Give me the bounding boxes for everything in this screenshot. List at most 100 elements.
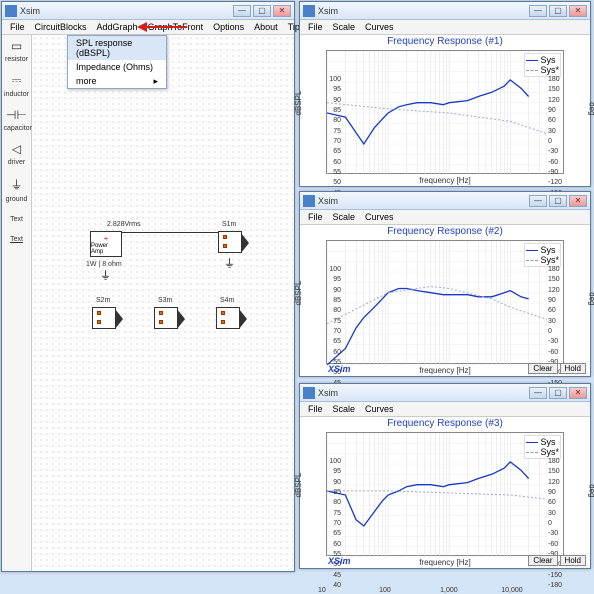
- tool-text2[interactable]: Text: [4, 233, 30, 243]
- main-title: Xsim: [20, 6, 233, 16]
- annotation-arrow: [147, 26, 187, 28]
- graph-menubar: File Scale Curves: [300, 210, 590, 225]
- graph-win-title: Xsim: [318, 388, 529, 398]
- chart-title: Frequency Response (#1): [300, 35, 590, 48]
- maximize-button[interactable]: ▢: [253, 5, 271, 17]
- spk2-label: S2m: [96, 297, 110, 304]
- graph-body: Frequency Response (#2) dBSPL deg Sys Sy…: [300, 225, 590, 376]
- tool-text1[interactable]: Text: [4, 213, 30, 223]
- menu-file[interactable]: File: [303, 403, 328, 415]
- legend-sysstar: Sys*: [540, 65, 559, 75]
- spk3-label: S3m: [158, 297, 172, 304]
- minimize-button[interactable]: —: [529, 387, 547, 399]
- graph-win-title: Xsim: [318, 6, 529, 16]
- menu-scale[interactable]: Scale: [328, 211, 361, 223]
- design-canvas[interactable]: 2.828Vrms + Power Amp 1W | 8 ohm ⏚ S1m ⏚…: [32, 35, 294, 571]
- dropdown-impedance[interactable]: Impedance (Ohms): [68, 60, 166, 74]
- addgraph-dropdown: SPL response (dBSPL) Impedance (Ohms) mo…: [67, 35, 167, 89]
- maximize-button[interactable]: ▢: [549, 387, 567, 399]
- graph-win-title: Xsim: [318, 196, 529, 206]
- graph-window-3: Xsim — ▢ ✕ File Scale Curves Frequency R…: [299, 383, 591, 569]
- legend-sysstar: Sys*: [540, 447, 559, 457]
- menu-file[interactable]: File: [303, 211, 328, 223]
- menu-curves[interactable]: Curves: [360, 21, 399, 33]
- menu-scale[interactable]: Scale: [328, 21, 361, 33]
- graph-titlebar[interactable]: Xsim — ▢ ✕: [300, 192, 590, 210]
- menu-addgraph[interactable]: AddGraph: [92, 21, 143, 33]
- graph-body: Frequency Response (#1) dBSPL deg Sys Sy…: [300, 35, 590, 186]
- ground-icon: ⏚: [4, 176, 30, 193]
- graph-titlebar[interactable]: Xsim — ▢ ✕: [300, 384, 590, 402]
- dropdown-spl[interactable]: SPL response (dBSPL): [68, 36, 166, 60]
- tool-resistor[interactable]: ▭resistor: [4, 39, 30, 63]
- menu-scale[interactable]: Scale: [328, 403, 361, 415]
- tool-driver[interactable]: ◁driver: [4, 142, 30, 166]
- resistor-icon: ▭: [4, 39, 30, 53]
- close-button[interactable]: ✕: [273, 5, 291, 17]
- graph-menubar: File Scale Curves: [300, 20, 590, 35]
- legend: Sys Sys*: [524, 243, 561, 267]
- tool-inductor[interactable]: ⎓inductor: [4, 73, 30, 98]
- y2-axis-label: deg: [587, 292, 594, 305]
- close-button[interactable]: ✕: [569, 195, 587, 207]
- speaker-s2[interactable]: [92, 307, 116, 329]
- maximize-button[interactable]: ▢: [549, 195, 567, 207]
- menu-curves[interactable]: Curves: [360, 211, 399, 223]
- app-icon: [303, 195, 315, 207]
- graph-menubar: File Scale Curves: [300, 402, 590, 417]
- spk4-label: S4m: [220, 297, 234, 304]
- power-amp-block[interactable]: + Power Amp: [90, 231, 122, 257]
- plot-area[interactable]: Sys Sys*: [326, 50, 564, 174]
- app-icon: [5, 5, 17, 17]
- minimize-button[interactable]: —: [529, 5, 547, 17]
- plot-area[interactable]: Sys Sys*: [326, 432, 564, 556]
- xsim-logo: XSim: [328, 556, 351, 566]
- menu-file[interactable]: File: [5, 21, 30, 33]
- legend-sys: Sys: [540, 437, 555, 447]
- minimize-button[interactable]: —: [233, 5, 251, 17]
- app-icon: [303, 387, 315, 399]
- speaker-s3[interactable]: [154, 307, 178, 329]
- y-axis-label: dBSPL: [294, 90, 303, 115]
- plus-icon: +: [104, 234, 109, 243]
- dropdown-more[interactable]: more▸: [68, 74, 166, 88]
- ground-icon-canvas: ⏚: [100, 267, 111, 283]
- hold-button[interactable]: Hold: [560, 363, 586, 374]
- amp-volt-label: 2.828Vrms: [107, 221, 141, 228]
- minimize-button[interactable]: —: [529, 195, 547, 207]
- wire: [122, 232, 222, 233]
- menu-circuitblocks[interactable]: CircuitBlocks: [30, 21, 92, 33]
- xsim-logo: XSim: [328, 364, 351, 374]
- close-button[interactable]: ✕: [569, 5, 587, 17]
- menu-options[interactable]: Options: [208, 21, 249, 33]
- chart-title: Frequency Response (#3): [300, 417, 590, 430]
- menu-curves[interactable]: Curves: [360, 403, 399, 415]
- main-design-window: Xsim — ▢ ✕ File CircuitBlocks AddGraph G…: [1, 1, 295, 572]
- graph-window-1: Xsim — ▢ ✕ File Scale Curves Frequency R…: [299, 1, 591, 187]
- chevron-right-icon: ▸: [153, 76, 158, 87]
- tool-capacitor[interactable]: ⊣⊢capacitor: [4, 108, 30, 132]
- tool-ground[interactable]: ⏚ground: [4, 176, 30, 203]
- clear-button[interactable]: Clear: [528, 363, 557, 374]
- ground-icon-s1: ⏚: [224, 255, 235, 271]
- speaker-s4[interactable]: [216, 307, 240, 329]
- graph-window-2: Xsim — ▢ ✕ File Scale Curves Frequency R…: [299, 191, 591, 377]
- driver-icon: ◁: [4, 142, 30, 156]
- clear-button[interactable]: Clear: [528, 555, 557, 566]
- graph-titlebar[interactable]: Xsim — ▢ ✕: [300, 2, 590, 20]
- main-titlebar[interactable]: Xsim — ▢ ✕: [2, 2, 294, 20]
- graph-body: Frequency Response (#3) dBSPL deg Sys Sy…: [300, 417, 590, 568]
- x-axis-label: frequency [Hz]: [300, 176, 590, 185]
- maximize-button[interactable]: ▢: [549, 5, 567, 17]
- close-button[interactable]: ✕: [569, 387, 587, 399]
- y-axis-label: dBSPL: [294, 280, 303, 305]
- plot-area[interactable]: Sys Sys*: [326, 240, 564, 364]
- legend: Sys Sys*: [524, 435, 561, 459]
- menu-about[interactable]: About: [249, 21, 283, 33]
- speaker-s1[interactable]: [218, 231, 242, 253]
- hold-button[interactable]: Hold: [560, 555, 586, 566]
- menu-file[interactable]: File: [303, 21, 328, 33]
- legend: Sys Sys*: [524, 53, 561, 77]
- y-axis-label: dBSPL: [294, 472, 303, 497]
- y2-axis-label: deg: [587, 102, 594, 115]
